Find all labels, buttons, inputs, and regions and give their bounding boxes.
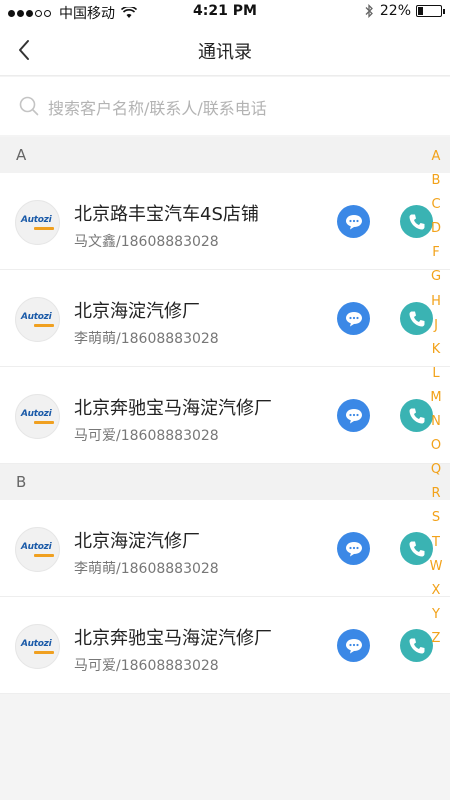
index-letter[interactable]: T — [426, 531, 446, 555]
battery-fill — [418, 7, 423, 15]
contact-detail: 李萌萌/18608883028 — [74, 331, 219, 347]
index-letter[interactable]: F — [426, 241, 446, 265]
battery-icon — [416, 5, 445, 17]
contact-detail: 马可爱/18608883028 — [74, 428, 219, 444]
chat-bubble-icon — [345, 638, 362, 653]
chat-bubble-icon — [345, 311, 362, 326]
index-letter[interactable]: L — [426, 362, 446, 386]
chat-button[interactable] — [337, 399, 370, 432]
index-letter[interactable]: D — [426, 217, 446, 241]
index-letter[interactable]: Q — [426, 458, 446, 482]
index-letter[interactable]: N — [426, 410, 446, 434]
status-right: 22% — [364, 3, 445, 19]
chat-button[interactable] — [337, 532, 370, 565]
avatar: Autozi — [15, 297, 60, 342]
contact-name: 北京海淀汽修厂 — [74, 301, 200, 322]
list-item[interactable]: Autozi 北京路丰宝汽车4S店铺 马文鑫/18608883028 — [0, 173, 450, 270]
company-logo: Autozi — [21, 639, 52, 649]
section-letter: A — [16, 146, 27, 164]
contact-detail: 马可爱/18608883028 — [74, 658, 219, 674]
chat-button[interactable] — [337, 629, 370, 662]
index-letter[interactable]: S — [426, 506, 446, 530]
company-logo: Autozi — [21, 215, 52, 225]
phone-icon — [409, 541, 424, 556]
page-title: 通讯录 — [198, 42, 252, 63]
avatar: Autozi — [15, 200, 60, 245]
chat-button[interactable] — [337, 205, 370, 238]
index-letter[interactable]: A — [426, 145, 446, 169]
chat-bubble-icon — [345, 214, 362, 229]
phone-icon — [409, 638, 424, 653]
search-icon — [19, 96, 39, 116]
list-item[interactable]: Autozi 北京奔驰宝马海淀汽修厂 马可爱/18608883028 — [0, 597, 450, 694]
phone-icon — [409, 311, 424, 326]
index-letter[interactable]: K — [426, 338, 446, 362]
index-letter[interactable]: C — [426, 193, 446, 217]
index-letter[interactable]: W — [426, 555, 446, 579]
alphabet-index[interactable]: A B C D F G H J K L M N O Q R S T W X Y … — [426, 145, 446, 651]
index-letter[interactable]: Z — [426, 627, 446, 651]
company-logo: Autozi — [21, 409, 52, 419]
contact-detail: 李萌萌/18608883028 — [74, 561, 219, 577]
section-header-a: A — [0, 137, 450, 173]
index-letter[interactable]: Y — [426, 603, 446, 627]
status-bar: 中国移动 4:21 PM 22% — [0, 0, 450, 24]
company-logo: Autozi — [21, 312, 52, 322]
search-input[interactable]: 搜索客户名称/联系人/联系电话 — [48, 95, 267, 119]
contact-name: 北京海淀汽修厂 — [74, 531, 200, 552]
bluetooth-icon — [365, 4, 373, 18]
index-letter[interactable]: M — [426, 386, 446, 410]
list-item[interactable]: Autozi 北京海淀汽修厂 李萌萌/18608883028 — [0, 270, 450, 367]
contact-detail: 马文鑫/18608883028 — [74, 234, 219, 250]
search-bar[interactable]: 搜索客户名称/联系人/联系电话 — [0, 77, 450, 135]
section-letter: B — [16, 473, 27, 491]
section-header-b: B — [0, 464, 450, 500]
contact-name: 北京奔驰宝马海淀汽修厂 — [74, 628, 272, 649]
chat-bubble-icon — [345, 408, 362, 423]
chat-button[interactable] — [337, 302, 370, 335]
index-letter[interactable]: J — [426, 314, 446, 338]
chat-bubble-icon — [345, 541, 362, 556]
contact-name: 北京奔驰宝马海淀汽修厂 — [74, 398, 272, 419]
index-letter[interactable]: X — [426, 579, 446, 603]
index-letter[interactable]: G — [426, 265, 446, 289]
index-letter[interactable]: H — [426, 290, 446, 314]
index-letter[interactable]: R — [426, 482, 446, 506]
index-letter[interactable]: O — [426, 434, 446, 458]
avatar: Autozi — [15, 527, 60, 572]
list-item[interactable]: Autozi 北京海淀汽修厂 李萌萌/18608883028 — [0, 500, 450, 597]
company-logo: Autozi — [21, 542, 52, 552]
battery-percent: 22% — [379, 3, 411, 19]
avatar: Autozi — [15, 394, 60, 439]
list-item[interactable]: Autozi 北京奔驰宝马海淀汽修厂 马可爱/18608883028 — [0, 367, 450, 464]
phone-icon — [409, 214, 424, 229]
nav-bar: 通讯录 — [0, 24, 450, 76]
avatar: Autozi — [15, 624, 60, 669]
contact-name: 北京路丰宝汽车4S店铺 — [74, 204, 259, 225]
index-letter[interactable]: B — [426, 169, 446, 193]
phone-icon — [409, 408, 424, 423]
